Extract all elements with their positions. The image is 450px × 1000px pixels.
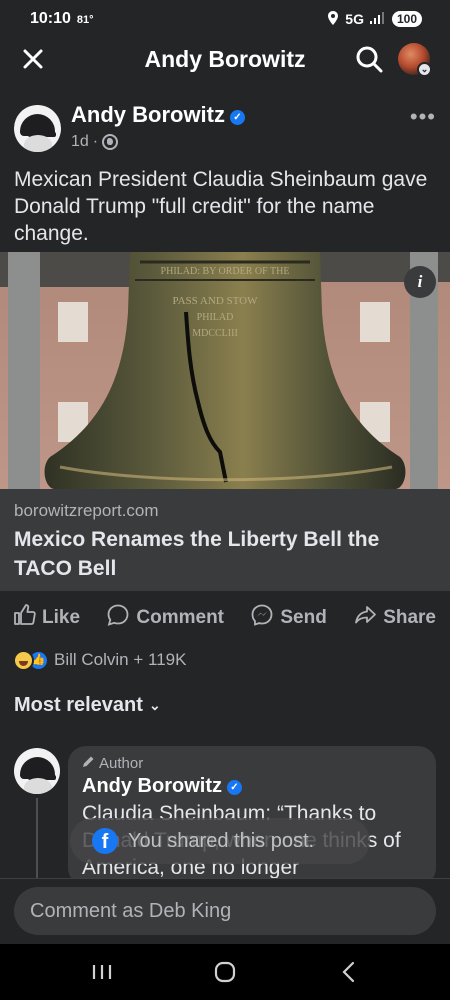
- back-icon[interactable]: [328, 952, 368, 992]
- comment-bubble[interactable]: Author Andy Borowitz ✓ Claudia Sheinbaum:…: [68, 746, 436, 886]
- globe-icon: [102, 134, 119, 150]
- close-icon[interactable]: [18, 44, 48, 74]
- recent-apps-icon[interactable]: [82, 952, 122, 992]
- post-text: Mexican President Claudia Sheinbaum gave…: [14, 168, 428, 245]
- top-nav: Andy Borowitz ⌄: [0, 38, 450, 84]
- haha-reaction-icon: [13, 649, 34, 671]
- comment-input[interactable]: [14, 887, 436, 935]
- home-icon[interactable]: [205, 952, 245, 992]
- facebook-icon: f: [92, 828, 118, 854]
- post-header: Andy Borowitz ✓ 1d · •••: [14, 100, 436, 160]
- post-image[interactable]: PHILAD: BY ORDER OF THE PASS AND STOW PH…: [0, 252, 450, 489]
- shared-toast: f You shared this post.: [70, 818, 370, 864]
- send-button[interactable]: Send: [250, 603, 327, 633]
- thumbs-up-icon: [12, 603, 36, 633]
- send-label: Send: [280, 607, 327, 628]
- status-time: 10:10: [30, 10, 71, 27]
- comment-author[interactable]: Andy Borowitz ✓: [82, 775, 422, 798]
- like-label: Like: [42, 607, 81, 628]
- network-label: 5G: [345, 11, 364, 27]
- pencil-icon: [82, 755, 95, 772]
- system-navigation-bar: [0, 944, 450, 1000]
- sort-label: Most relevant: [14, 694, 143, 716]
- more-options-icon[interactable]: •••: [410, 104, 436, 130]
- comment-composer-area: [0, 878, 450, 944]
- toast-text: You shared this post.: [128, 829, 315, 852]
- profile-avatar[interactable]: ⌄: [398, 43, 432, 77]
- svg-text:PHILAD: BY ORDER OF THE: PHILAD: BY ORDER OF THE: [161, 266, 290, 277]
- battery-indicator: 100: [391, 11, 422, 27]
- messenger-icon: [250, 603, 274, 633]
- comment-button[interactable]: Comment: [106, 603, 224, 633]
- svg-text:PHILAD: PHILAD: [197, 312, 234, 323]
- location-icon: [327, 10, 339, 28]
- like-button[interactable]: Like: [12, 603, 80, 633]
- post-actions: Like Comment Send Share: [0, 600, 450, 636]
- post-meta: 1d ·: [71, 133, 119, 151]
- signal-icon: [369, 11, 386, 27]
- link-preview[interactable]: borowitzreport.com Mexico Renames the Li…: [0, 489, 450, 591]
- svg-text:PASS AND STOW: PASS AND STOW: [173, 295, 259, 307]
- share-icon: [353, 603, 377, 633]
- author-avatar[interactable]: [14, 105, 61, 152]
- reactions-count: Bill Colvin + 119K: [54, 650, 187, 669]
- chevron-down-icon: ⌄: [417, 62, 432, 77]
- comment-sort-dropdown[interactable]: Most relevant ⌄: [14, 694, 161, 717]
- status-bar: 10:10 81° 5G 100: [0, 0, 450, 38]
- reactions-summary[interactable]: 👍 Bill Colvin + 119K: [13, 648, 186, 672]
- author-tag: Author: [82, 755, 422, 772]
- svg-text:MDCCLIII: MDCCLIII: [192, 328, 238, 339]
- post-time[interactable]: 1d: [71, 133, 89, 151]
- link-domain: borowitzreport.com: [14, 501, 159, 520]
- post-author[interactable]: Andy Borowitz ✓: [71, 102, 245, 128]
- comment-avatar[interactable]: [14, 748, 60, 794]
- verified-badge-icon: ✓: [230, 110, 245, 125]
- chevron-down-icon: ⌄: [148, 697, 161, 713]
- verified-badge-icon: ✓: [227, 780, 242, 795]
- link-title: Mexico Renames the Liberty Bell the TACO…: [14, 528, 380, 580]
- post-author-name[interactable]: Andy Borowitz: [71, 102, 225, 127]
- status-temperature: 81°: [76, 14, 94, 26]
- share-button[interactable]: Share: [353, 603, 436, 633]
- thread-line: [36, 798, 38, 878]
- search-icon[interactable]: [354, 44, 384, 74]
- comment-author-name[interactable]: Andy Borowitz: [82, 775, 222, 797]
- info-icon[interactable]: i: [404, 266, 436, 298]
- share-label: Share: [383, 607, 436, 628]
- comment-label: Comment: [136, 607, 225, 628]
- author-tag-label: Author: [99, 755, 144, 772]
- comment-icon: [106, 603, 130, 633]
